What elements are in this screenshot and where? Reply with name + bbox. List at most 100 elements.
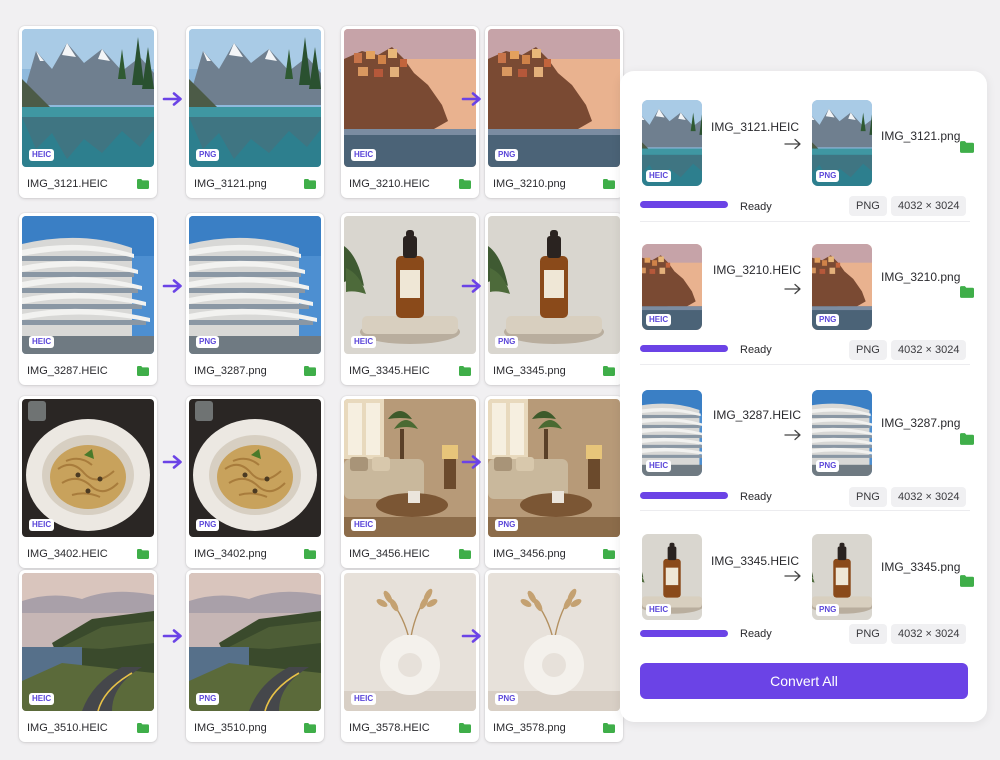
arrow-right-icon — [461, 278, 483, 294]
arrow-right-icon — [784, 138, 802, 150]
heic-badge: HEIC — [29, 336, 55, 348]
grid-card-source[interactable]: HEIC IMG_3287.HEIC — [19, 213, 157, 385]
grid-card-source[interactable]: HEIC IMG_3456.HEIC — [341, 396, 479, 568]
grid-card-output[interactable]: PNG IMG_3578.png — [485, 570, 623, 742]
arrow-right-icon — [784, 283, 802, 295]
file-name: IMG_3456.png — [493, 548, 566, 560]
png-badge: PNG — [816, 604, 840, 616]
folder-icon[interactable] — [603, 549, 615, 559]
grid-card-output[interactable]: PNG IMG_3456.png — [485, 396, 623, 568]
photo-thumbnail: HEIC — [22, 29, 154, 167]
source-thumbnail[interactable]: HEIC — [642, 100, 702, 186]
status-label: Ready — [740, 628, 772, 640]
png-badge: PNG — [495, 336, 519, 348]
grid-card-source[interactable]: HEIC IMG_3121.HEIC — [19, 26, 157, 198]
dimensions-chip: 4032 × 3024 — [891, 340, 967, 360]
photo-thumbnail: PNG — [189, 573, 321, 711]
file-name: IMG_3402.HEIC — [27, 548, 108, 560]
file-name: IMG_3287.HEIC — [27, 365, 108, 377]
dimensions-chip: 4032 × 3024 — [891, 624, 967, 644]
progress-bar — [640, 630, 728, 637]
folder-icon[interactable] — [459, 723, 471, 733]
photo-thumbnail: HEIC — [344, 29, 476, 167]
png-badge: PNG — [196, 336, 220, 348]
grid-card-source[interactable]: HEIC IMG_3510.HEIC — [19, 570, 157, 742]
status-label: Ready — [740, 344, 772, 356]
source-file-name: IMG_3345.HEIC — [711, 554, 800, 568]
conversion-panel: HEIC IMG_3121.HEIC PNG IMG_3121.png Read… — [620, 71, 987, 722]
grid-card-source[interactable]: HEIC IMG_3210.HEIC — [341, 26, 479, 198]
file-name: IMG_3510.HEIC — [27, 722, 108, 734]
output-file-name: IMG_3121.png — [881, 129, 961, 143]
divider — [640, 364, 970, 365]
file-name: IMG_3121.HEIC — [27, 178, 108, 190]
folder-icon[interactable] — [459, 366, 471, 376]
folder-icon[interactable] — [137, 549, 149, 559]
photo-thumbnail: PNG — [488, 573, 620, 711]
dimensions-chip: 4032 × 3024 — [891, 487, 967, 507]
heic-badge: HEIC — [351, 693, 377, 705]
folder-icon[interactable] — [304, 723, 316, 733]
source-file-name: IMG_3210.HEIC — [713, 263, 802, 277]
file-name: IMG_3510.png — [194, 722, 267, 734]
folder-icon[interactable] — [960, 575, 974, 587]
folder-icon[interactable] — [304, 366, 316, 376]
grid-card-output[interactable]: PNG IMG_3345.png — [485, 213, 623, 385]
source-thumbnail[interactable]: HEIC — [642, 534, 702, 620]
arrow-right-icon — [162, 91, 184, 107]
heic-badge: HEIC — [646, 314, 672, 326]
output-thumbnail[interactable]: PNG — [812, 244, 872, 330]
png-badge: PNG — [495, 519, 519, 531]
folder-icon[interactable] — [960, 286, 974, 298]
progress-bar — [640, 345, 728, 352]
conversion-item: HEIC IMG_3210.HEIC PNG IMG_3210.png Read… — [640, 230, 970, 365]
folder-icon[interactable] — [137, 723, 149, 733]
divider — [640, 221, 970, 222]
conversion-item: HEIC IMG_3287.HEIC PNG IMG_3287.png Read… — [640, 376, 970, 511]
photo-thumbnail: PNG — [189, 399, 321, 537]
arrow-right-icon — [162, 454, 184, 470]
source-thumbnail[interactable]: HEIC — [642, 390, 702, 476]
grid-card-output[interactable]: PNG IMG_3287.png — [186, 213, 324, 385]
source-thumbnail[interactable]: HEIC — [642, 244, 702, 330]
output-thumbnail[interactable]: PNG — [812, 100, 872, 186]
folder-icon[interactable] — [304, 549, 316, 559]
grid-card-source[interactable]: HEIC IMG_3578.HEIC — [341, 570, 479, 742]
conversion-item: HEIC IMG_3121.HEIC PNG IMG_3121.png Read… — [640, 87, 970, 222]
png-badge: PNG — [495, 149, 519, 161]
grid-card-output[interactable]: PNG IMG_3210.png — [485, 26, 623, 198]
convert-all-button[interactable]: Convert All — [640, 663, 968, 699]
photo-thumbnail: HEIC — [22, 216, 154, 354]
folder-icon[interactable] — [960, 433, 974, 445]
folder-icon[interactable] — [960, 141, 974, 153]
output-thumbnail[interactable]: PNG — [812, 390, 872, 476]
folder-icon[interactable] — [304, 179, 316, 189]
grid-card-source[interactable]: HEIC IMG_3345.HEIC — [341, 213, 479, 385]
folder-icon[interactable] — [603, 366, 615, 376]
grid-card-output[interactable]: PNG IMG_3510.png — [186, 570, 324, 742]
grid-card-output[interactable]: PNG IMG_3402.png — [186, 396, 324, 568]
folder-icon[interactable] — [459, 179, 471, 189]
heic-badge: HEIC — [646, 170, 672, 182]
file-name: IMG_3345.HEIC — [349, 365, 430, 377]
arrow-right-icon — [162, 628, 184, 644]
photo-thumbnail: PNG — [488, 399, 620, 537]
file-name: IMG_3456.HEIC — [349, 548, 430, 560]
folder-icon[interactable] — [137, 179, 149, 189]
heic-badge: HEIC — [29, 519, 55, 531]
photo-thumbnail: PNG — [189, 29, 321, 167]
heic-badge: HEIC — [351, 149, 377, 161]
photo-thumbnail: HEIC — [22, 573, 154, 711]
grid-card-output[interactable]: PNG IMG_3121.png — [186, 26, 324, 198]
output-thumbnail[interactable]: PNG — [812, 534, 872, 620]
folder-icon[interactable] — [603, 723, 615, 733]
file-name: IMG_3121.png — [194, 178, 267, 190]
png-badge: PNG — [495, 693, 519, 705]
heic-badge: HEIC — [351, 519, 377, 531]
arrow-right-icon — [461, 454, 483, 470]
grid-card-source[interactable]: HEIC IMG_3402.HEIC — [19, 396, 157, 568]
folder-icon[interactable] — [459, 549, 471, 559]
folder-icon[interactable] — [603, 179, 615, 189]
photo-thumbnail: HEIC — [344, 216, 476, 354]
folder-icon[interactable] — [137, 366, 149, 376]
